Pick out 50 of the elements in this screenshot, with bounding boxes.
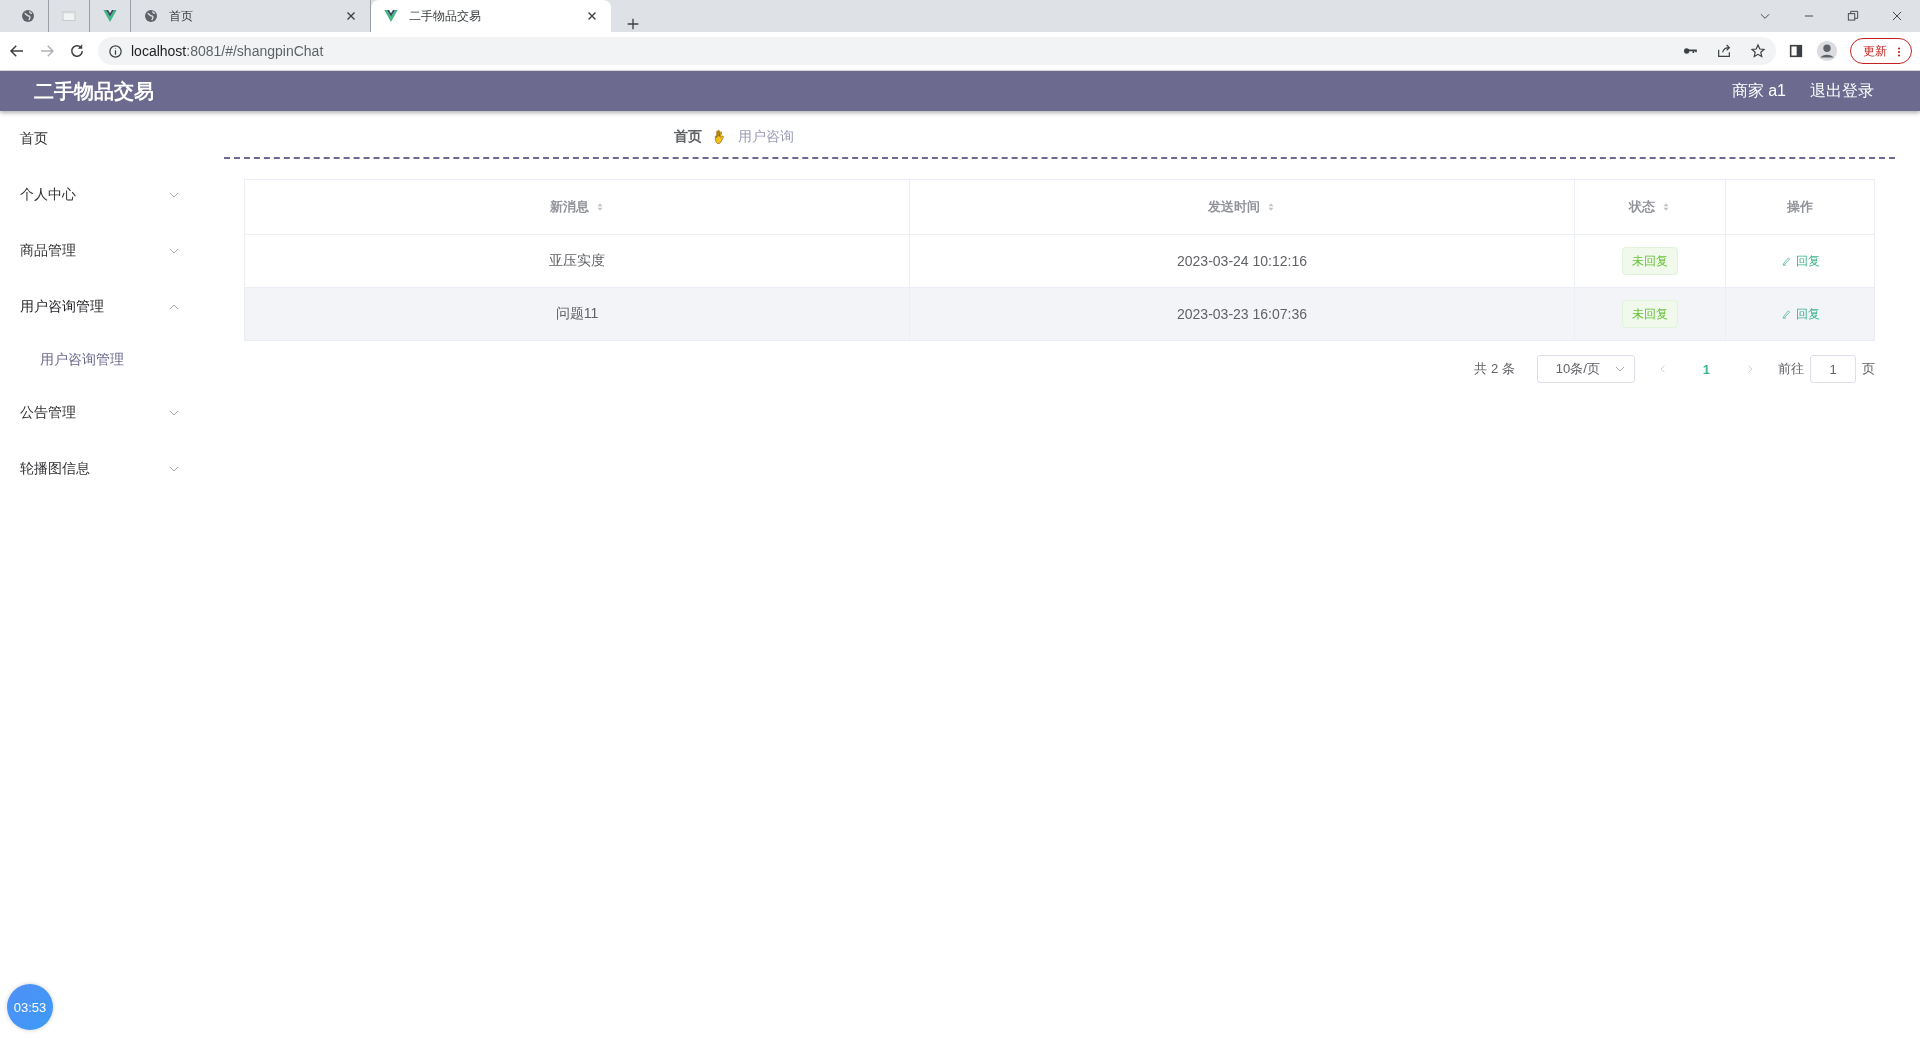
logout-link[interactable]: 退出登录 (1810, 80, 1874, 102)
breadcrumb-item[interactable]: 首页 (674, 128, 702, 146)
address-bar[interactable]: localhost:8081/#/shangpinChat (98, 37, 1776, 65)
edit-icon (1780, 255, 1792, 267)
globe-icon (143, 8, 159, 24)
plus-icon (625, 16, 641, 32)
back-arrow-icon[interactable] (8, 42, 26, 60)
page-suffix: 页 (1862, 360, 1875, 378)
vue-logo-icon (102, 8, 118, 24)
info-icon (108, 43, 123, 59)
site-title: 二手物品交易 (34, 78, 154, 104)
table-row[interactable]: 问题11 2023-03-23 16:07:36 未回复 回复 (245, 288, 1874, 341)
user-name: 商家 a1 (1731, 80, 1786, 101)
table-cell: 问题11 (555, 305, 599, 323)
profile-avatar-icon[interactable] (1816, 40, 1838, 62)
breadcrumb-item: 用户咨询 (738, 128, 794, 146)
side-panel-icon[interactable] (1788, 43, 1804, 59)
sidebar-menu-item[interactable]: 个人中心 (0, 167, 200, 223)
url-text: localhost:8081/#/shangpinChat (131, 43, 324, 59)
reload-icon[interactable] (68, 42, 86, 60)
browser-tab[interactable]: 二手物品交易 (371, 0, 611, 32)
column-header: 操作 (1787, 198, 1813, 216)
page-icon (61, 8, 77, 24)
update-button[interactable]: 更新 (1850, 38, 1912, 64)
column-header: 新消息 (549, 198, 589, 216)
globe-icon (20, 8, 36, 24)
page-size-select[interactable]: 10条/页 (1536, 355, 1635, 383)
column-header: 状态 (1629, 198, 1655, 216)
table-cell: 亚压实度 (549, 252, 605, 270)
table-row[interactable]: 亚压实度 2023-03-24 10:12:16 未回复 回复 (245, 235, 1874, 288)
page-input[interactable]: 1 (1810, 355, 1856, 383)
column-header: 发送时间 (1208, 198, 1260, 216)
sidebar-menu-item[interactable]: 首页 (0, 111, 200, 167)
table-cell: 2023-03-24 10:12:16 (1177, 253, 1307, 269)
total-count: 共 2 条 (1474, 360, 1515, 378)
status-tag: 未回复 (1622, 300, 1678, 328)
sidebar-menu-item[interactable]: 用户咨询管理 (0, 279, 200, 335)
edit-icon (1780, 308, 1792, 320)
vue-logo-icon (383, 8, 399, 24)
share-icon[interactable] (1716, 43, 1732, 59)
sidebar-menu-item[interactable]: 公告管理 (0, 385, 200, 441)
restore-icon[interactable] (1846, 9, 1860, 23)
sidebar-submenu-item[interactable]: 用户咨询管理 (0, 335, 200, 385)
star-icon[interactable] (1750, 43, 1766, 59)
sidebar-menu-item[interactable]: 商品管理 (0, 223, 200, 279)
goto-label: 前往 (1778, 360, 1804, 378)
table-cell: 2023-03-23 16:07:36 (1177, 306, 1307, 322)
status-tag: 未回复 (1622, 247, 1678, 275)
sidebar-menu-item[interactable]: 轮播图信息 (0, 441, 200, 497)
close-icon[interactable] (1890, 9, 1904, 23)
